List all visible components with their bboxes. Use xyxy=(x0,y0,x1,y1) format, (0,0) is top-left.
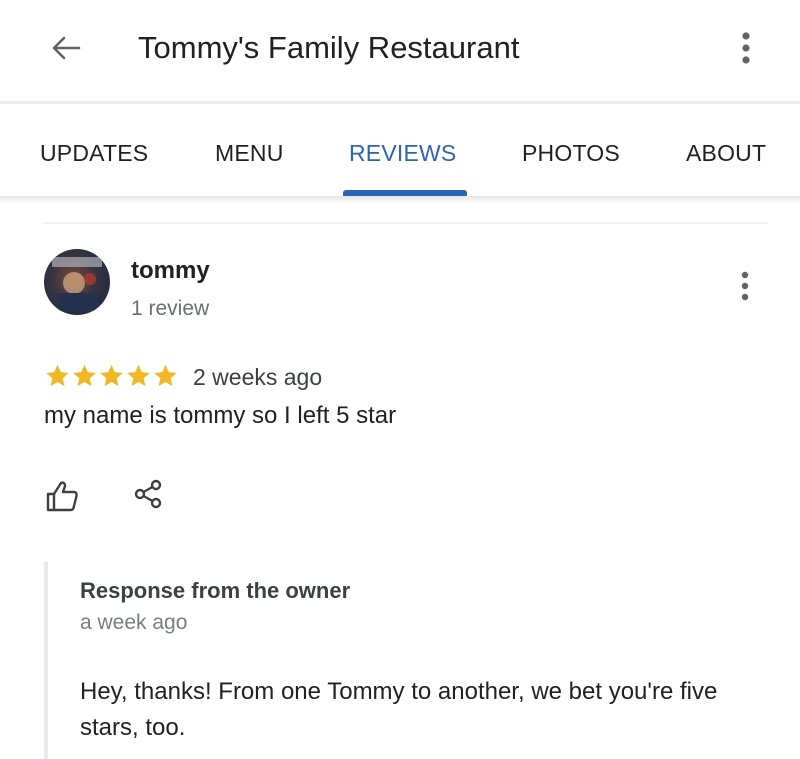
star-icon xyxy=(100,364,123,387)
tab-bar: UPDATES MENU REVIEWS PHOTOS ABOUT xyxy=(0,104,800,200)
review-author[interactable]: tommy xyxy=(131,257,210,285)
review-more-options-button[interactable] xyxy=(730,266,760,306)
back-button[interactable] xyxy=(44,26,88,70)
section-divider xyxy=(44,222,768,224)
tab-updates[interactable]: UPDATES xyxy=(40,140,148,167)
app-bar: Tommy's Family Restaurant xyxy=(0,0,800,100)
thumbs-up-icon xyxy=(46,481,78,512)
tab-bar-shadow xyxy=(0,196,800,204)
star-icon xyxy=(46,364,69,387)
review-text: my name is tommy so I left 5 star xyxy=(44,402,397,429)
owner-response-text: Hey, thanks! From one Tommy to another, … xyxy=(80,678,718,741)
tab-menu[interactable]: MENU xyxy=(215,140,284,167)
more-vertical-icon xyxy=(741,271,749,301)
review-time: 2 weeks ago xyxy=(193,364,323,390)
more-vertical-icon xyxy=(742,32,750,64)
tab-reviews[interactable]: REVIEWS xyxy=(349,140,456,167)
avatar-image xyxy=(44,249,110,315)
share-icon xyxy=(134,479,162,509)
star-icon xyxy=(73,364,96,387)
star-rating xyxy=(44,362,179,392)
star-icon xyxy=(154,364,177,387)
star-icon xyxy=(127,364,150,387)
owner-response-bar xyxy=(44,562,48,759)
share-button[interactable] xyxy=(130,476,166,512)
like-button[interactable] xyxy=(44,478,80,514)
more-options-button[interactable] xyxy=(728,26,764,70)
owner-response-time: a week ago xyxy=(80,611,188,634)
tab-about[interactable]: ABOUT xyxy=(686,140,766,167)
author-review-count: 1 review xyxy=(131,297,210,320)
arrow-left-icon xyxy=(52,36,81,60)
avatar[interactable] xyxy=(44,249,110,315)
page-title: Tommy's Family Restaurant xyxy=(138,30,520,65)
tab-photos[interactable]: PHOTOS xyxy=(522,140,620,167)
owner-response-title: Response from the owner xyxy=(80,578,351,603)
